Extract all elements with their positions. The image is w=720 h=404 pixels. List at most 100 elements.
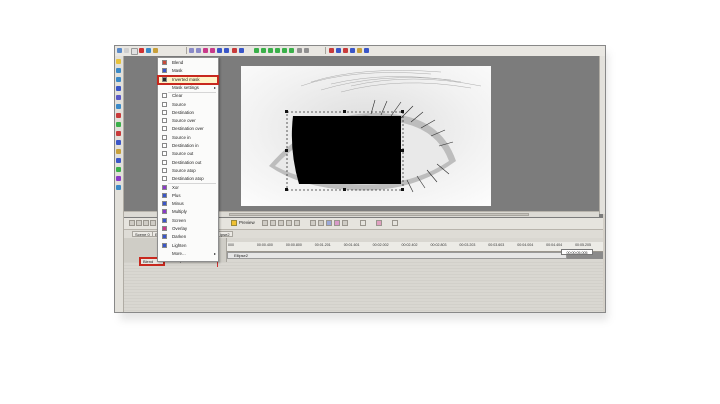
split-icon[interactable] xyxy=(336,48,341,53)
arrow-up-icon[interactable] xyxy=(254,48,259,53)
menu-item-mask-settings[interactable]: Mask settings ▸ xyxy=(158,84,218,92)
arrow-left-icon[interactable] xyxy=(282,48,287,53)
copy-icon[interactable] xyxy=(146,48,151,53)
snap-icon[interactable] xyxy=(318,220,324,226)
menu-item-darken[interactable]: Darken xyxy=(158,233,218,241)
line-tool-icon[interactable] xyxy=(116,95,121,100)
clip-bar[interactable]: Ellipse2 xyxy=(227,252,567,259)
flip-icon[interactable] xyxy=(357,48,362,53)
menu-item-source-atop[interactable]: Source atop xyxy=(158,167,218,175)
step-forward-icon[interactable] xyxy=(286,220,292,226)
blend-mode-icon xyxy=(162,201,167,207)
menu-item-source-over[interactable]: Source over xyxy=(158,117,218,125)
menu-item-destination-atop[interactable]: Destination atop xyxy=(158,175,218,183)
distribute-icon[interactable] xyxy=(210,48,215,53)
color-tool-icon[interactable] xyxy=(116,176,121,181)
fast-forward-icon[interactable] xyxy=(294,220,300,226)
zoom-fit-icon[interactable] xyxy=(143,220,149,226)
arrow-down-icon[interactable] xyxy=(275,48,280,53)
subtitle-tool-icon[interactable] xyxy=(116,140,121,145)
text-tool-icon[interactable] xyxy=(116,68,121,73)
menu-item-multiply[interactable]: Multiply xyxy=(158,208,218,216)
align-center-icon[interactable] xyxy=(196,48,201,53)
marker-icon[interactable] xyxy=(334,220,340,226)
brush-tool-icon[interactable] xyxy=(116,86,121,91)
step-back-icon[interactable] xyxy=(270,220,276,226)
loop-icon[interactable] xyxy=(326,220,332,226)
menu-item-lighten[interactable]: Lighten xyxy=(158,242,218,250)
ruler-tick-label: 00:02.002 xyxy=(372,243,389,247)
blend-mode-icon xyxy=(162,184,167,190)
ungroup-icon[interactable] xyxy=(224,48,229,53)
link-icon[interactable] xyxy=(364,48,369,53)
menu-item-source-out[interactable]: Source out xyxy=(158,150,218,158)
blend-mode-icon xyxy=(162,68,167,74)
arrow-up-icon[interactable] xyxy=(261,48,266,53)
menu-item-overlay[interactable]: Overlay xyxy=(158,225,218,233)
rotate-icon[interactable] xyxy=(350,48,355,53)
menu-item-blend[interactable]: Blend xyxy=(158,59,218,67)
text-tool-icon[interactable] xyxy=(124,48,129,53)
audio-icon[interactable] xyxy=(342,220,348,226)
group-icon[interactable] xyxy=(217,48,222,53)
menu-item-xor[interactable]: Xor xyxy=(158,184,218,192)
select-tool-icon[interactable] xyxy=(117,48,122,53)
effect-tool-icon[interactable] xyxy=(116,149,121,154)
play-icon[interactable] xyxy=(278,220,284,226)
menu-item-destination[interactable]: Destination xyxy=(158,109,218,117)
menu-item-source-in[interactable]: Source in xyxy=(158,134,218,142)
crop-icon[interactable] xyxy=(343,48,348,53)
menu-item-destination-out[interactable]: Destination out xyxy=(158,159,218,167)
frame-icon[interactable] xyxy=(310,220,316,226)
align-left-icon[interactable] xyxy=(189,48,194,53)
zoom-icon[interactable] xyxy=(297,48,302,53)
video-tool-icon[interactable] xyxy=(116,131,121,136)
scrollbar-thumb[interactable] xyxy=(229,213,529,216)
ruler-tick-label: 00:05.205 xyxy=(575,243,592,247)
send-back-icon[interactable] xyxy=(239,48,244,53)
record-icon[interactable] xyxy=(376,220,382,226)
menu-item-source[interactable]: Source xyxy=(158,101,218,109)
settings-icon[interactable] xyxy=(392,220,398,226)
more-tools-icon[interactable] xyxy=(116,185,121,190)
preview-button[interactable]: Preview xyxy=(239,219,255,227)
menu-item-more[interactable]: More... ▸ xyxy=(158,250,218,258)
clip-label: Ellipse2 xyxy=(234,253,249,258)
bring-front-icon[interactable] xyxy=(232,48,237,53)
toolbar-separator xyxy=(325,47,326,54)
time-ruler[interactable]: 000 00:00.400 00:00.800 00:01.201 00:01.601 0… xyxy=(227,242,603,252)
pointer-tool-icon[interactable] xyxy=(116,59,121,64)
chart-tool-icon[interactable] xyxy=(116,113,121,118)
cut-icon[interactable] xyxy=(329,48,334,53)
menu-item-inverted-mask[interactable]: Inverted mask xyxy=(157,74,219,85)
image-tool-icon[interactable] xyxy=(131,48,138,55)
menu-item-minus[interactable]: Minus xyxy=(158,200,218,208)
cut-clip-icon[interactable] xyxy=(360,220,366,226)
rewind-icon[interactable] xyxy=(262,220,268,226)
mask-tool-icon[interactable] xyxy=(116,167,121,172)
tab-ellipse2[interactable]: ipse2 xyxy=(217,231,233,237)
zoom-in-icon[interactable] xyxy=(129,220,135,226)
menu-item-screen[interactable]: Screen xyxy=(158,217,218,225)
menu-item-destination-over[interactable]: Destination over xyxy=(158,125,218,133)
menu-item-clear[interactable]: Clear xyxy=(158,92,218,100)
arrow-down-icon[interactable] xyxy=(268,48,273,53)
zoom-out-icon[interactable] xyxy=(136,220,142,226)
eye-image-canvas[interactable] xyxy=(241,66,491,206)
transition-tool-icon[interactable] xyxy=(116,158,121,163)
menu-item-plus[interactable]: Plus xyxy=(158,192,218,200)
arrow-right-icon[interactable] xyxy=(289,48,294,53)
grid-icon[interactable] xyxy=(304,48,309,53)
delete-icon[interactable] xyxy=(139,48,144,53)
align-right-icon[interactable] xyxy=(203,48,208,53)
menu-item-mask[interactable]: Mask xyxy=(158,67,218,75)
shape-tool-icon[interactable] xyxy=(116,77,121,82)
vertical-scrollbar[interactable] xyxy=(599,56,605,214)
tab-scene[interactable]: Scene 0 xyxy=(132,231,153,237)
zoom-100-icon[interactable] xyxy=(150,220,156,226)
ellipse-tool-icon[interactable] xyxy=(116,104,121,109)
audio-tool-icon[interactable] xyxy=(116,122,121,127)
paste-icon[interactable] xyxy=(153,48,158,53)
menu-item-destination-in[interactable]: Destination in xyxy=(158,142,218,150)
blend-mode-icon xyxy=(162,143,167,148)
